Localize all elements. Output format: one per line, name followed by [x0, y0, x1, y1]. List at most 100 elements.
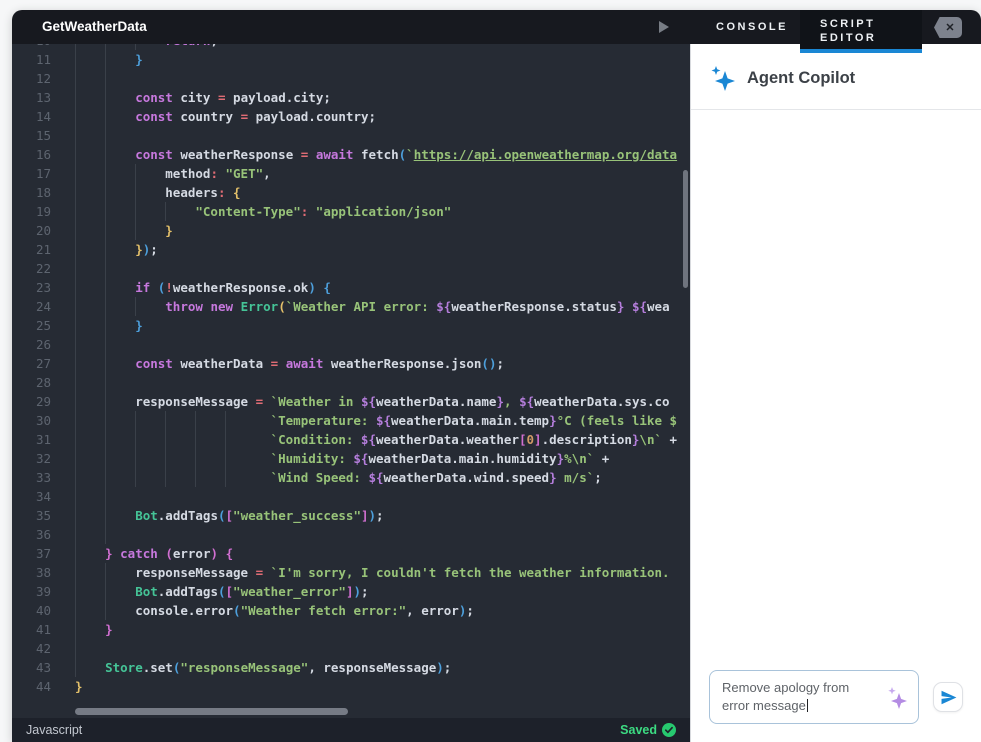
indent-guide — [165, 449, 195, 468]
indent-guide — [75, 354, 105, 373]
line-number: 22 — [35, 261, 51, 276]
vertical-scrollbar[interactable] — [683, 170, 688, 288]
line-content: } — [62, 316, 143, 335]
line-content: } — [62, 221, 173, 240]
close-button[interactable]: ✕ — [934, 17, 962, 38]
line-number: 27 — [35, 356, 51, 371]
indent-guide — [75, 582, 105, 601]
indent-guide — [195, 449, 225, 468]
indent-guide — [105, 145, 135, 164]
code-line[interactable]: 31 `Condition: ${weatherData.weather[0].d… — [12, 430, 690, 449]
line-content: Store.set("responseMessage", responseMes… — [62, 658, 451, 677]
line-content: responseMessage = `Weather in ${weatherD… — [62, 392, 670, 411]
code-line[interactable]: 43 Store.set("responseMessage", responseM… — [12, 658, 690, 677]
indent-guide — [105, 278, 135, 297]
code-line[interactable]: 23 if (!weatherResponse.ok) { — [12, 278, 690, 297]
indent-guide — [105, 126, 135, 145]
line-content: throw new Error(`Weather API error: ${we… — [62, 297, 670, 316]
copilot-prompt-input[interactable]: Remove apology from error message — [709, 670, 919, 724]
code-line[interactable]: 19 "Content-Type": "application/json" — [12, 202, 690, 221]
code-line[interactable]: 27 const weatherData = await weatherRespo… — [12, 354, 690, 373]
top-bar: GetWeatherData CONSOLE SCRIPT EDITOR ✕ — [12, 10, 981, 53]
agent-copilot-panel: Agent Copilot Remove apology from error … — [690, 44, 981, 742]
code-line[interactable]: 30 `Temperature: ${weatherData.main.temp}… — [12, 411, 690, 430]
code-line[interactable]: 13 const city = payload.city; — [12, 88, 690, 107]
code-editor[interactable]: 10return;11}1213const city = payload.cit… — [12, 44, 690, 742]
indent-guide — [105, 525, 135, 544]
code-line[interactable]: 17 method: "GET", — [12, 164, 690, 183]
send-button[interactable] — [933, 682, 963, 712]
code-line[interactable]: 21}); — [12, 240, 690, 259]
code-line[interactable]: 41} — [12, 620, 690, 639]
code-line[interactable]: 14 const country = payload.country; — [12, 107, 690, 126]
indent-guide — [105, 487, 135, 506]
code-line[interactable]: 33 `Wind Speed: ${weatherData.wind.speed}… — [12, 468, 690, 487]
horizontal-scrollbar[interactable] — [75, 708, 348, 715]
close-icon: ✕ — [934, 17, 962, 38]
code-line[interactable]: 12 — [12, 69, 690, 88]
code-line[interactable]: 26 — [12, 335, 690, 354]
code-line[interactable]: 25} — [12, 316, 690, 335]
save-status: Saved — [620, 723, 676, 737]
indent-guide — [135, 221, 165, 240]
indent-guide — [135, 430, 165, 449]
line-number: 19 — [35, 204, 51, 219]
code-line[interactable]: 22 — [12, 259, 690, 278]
editor-status-bar: Javascript Saved — [12, 718, 690, 742]
line-number: 15 — [35, 128, 51, 143]
indent-guide — [135, 468, 165, 487]
code-line[interactable]: 36 — [12, 525, 690, 544]
tab-script-editor[interactable]: SCRIPT EDITOR — [800, 10, 922, 53]
line-content — [62, 335, 135, 354]
code-line[interactable]: 16 const weatherResponse = await fetch(`h… — [12, 145, 690, 164]
code-line[interactable]: 24 throw new Error(`Weather API error: ${… — [12, 297, 690, 316]
tab-console[interactable]: CONSOLE — [702, 10, 802, 44]
code-area[interactable]: 10return;11}1213const city = payload.cit… — [12, 44, 690, 694]
indent-guide — [75, 430, 105, 449]
indent-guide — [135, 449, 165, 468]
line-content: } — [75, 679, 83, 694]
indent-guide — [195, 468, 225, 487]
code-line[interactable]: 38 responseMessage = `I'm sorry, I couldn… — [12, 563, 690, 582]
send-icon — [941, 690, 956, 704]
line-number: 42 — [35, 641, 51, 656]
code-line[interactable]: 20} — [12, 221, 690, 240]
indent-guide — [75, 658, 105, 677]
indent-guide — [105, 392, 135, 411]
code-line[interactable]: 34 — [12, 487, 690, 506]
line-content: `Wind Speed: ${weatherData.wind.speed} m… — [62, 468, 602, 487]
line-content — [62, 487, 135, 506]
run-script-button[interactable] — [652, 16, 676, 38]
code-line[interactable]: 35 Bot.addTags(["weather_success"]); — [12, 506, 690, 525]
line-content — [62, 373, 135, 392]
code-line[interactable]: 29 responseMessage = `Weather in ${weathe… — [12, 392, 690, 411]
code-line[interactable]: 18 headers: { — [12, 183, 690, 202]
code-lines: 10return;11}1213const city = payload.cit… — [12, 44, 690, 694]
line-number: 37 — [35, 546, 51, 561]
indent-guide — [105, 221, 135, 240]
code-line[interactable]: 28 — [12, 373, 690, 392]
line-content: `Temperature: ${weatherData.main.temp}°C… — [62, 411, 677, 430]
line-number: 16 — [35, 147, 51, 162]
code-line[interactable]: 37} catch (error) { — [12, 544, 690, 563]
script-editor-window: GetWeatherData CONSOLE SCRIPT EDITOR ✕ 1… — [12, 10, 981, 742]
line-number: 20 — [35, 223, 51, 238]
line-content: } — [62, 620, 113, 639]
indent-guide — [105, 468, 135, 487]
line-content: "Content-Type": "application/json" — [62, 202, 451, 221]
indent-guide — [105, 373, 135, 392]
code-line[interactable]: 44} — [12, 677, 690, 694]
line-number: 35 — [35, 508, 51, 523]
code-line[interactable]: 32 `Humidity: ${weatherData.main.humidity… — [12, 449, 690, 468]
code-line[interactable]: 40 console.error("Weather fetch error:", … — [12, 601, 690, 620]
indent-guide — [165, 411, 195, 430]
indent-guide — [105, 183, 135, 202]
code-line[interactable]: 39 Bot.addTags(["weather_error"]); — [12, 582, 690, 601]
indent-guide — [105, 449, 135, 468]
code-line[interactable]: 11} — [12, 50, 690, 69]
code-line[interactable]: 42 — [12, 639, 690, 658]
indent-guide — [75, 202, 105, 221]
line-content: } — [62, 50, 143, 69]
code-line[interactable]: 15 — [12, 126, 690, 145]
indent-guide — [105, 88, 135, 107]
